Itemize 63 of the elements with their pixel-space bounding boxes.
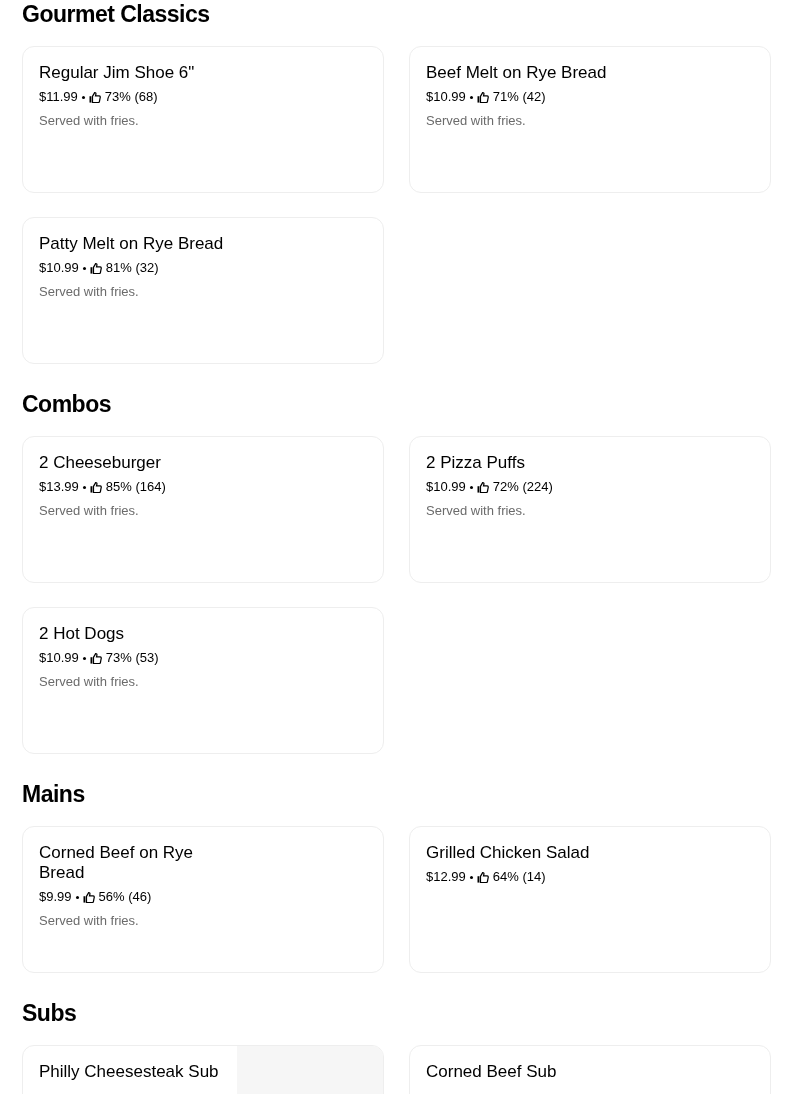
item-name: 2 Hot Dogs: [39, 624, 126, 644]
menu-item-card[interactable]: Grilled Chicken Salad $12.99 64% (14): [409, 826, 771, 973]
thumbs-up-icon: [476, 481, 489, 493]
menu-item-card[interactable]: 2 Cheeseburger $13.99 85% (164) Served with fries.: [22, 436, 384, 583]
item-name: 2 Pizza Puffs: [426, 453, 526, 473]
separator-dot: [75, 895, 79, 899]
menu-item-card[interactable]: Regular Jim Shoe 6" $11.99 73% (68) Served with fries.: [22, 46, 384, 193]
menu-item-card[interactable]: 2 Hot Dogs $10.99 73% (53) Served with fries.: [22, 607, 384, 754]
thumbs-up-icon: [89, 262, 102, 274]
section-heading: Mains: [22, 780, 86, 808]
item-price: $10.99: [39, 649, 79, 667]
menu-item-card[interactable]: Philly Cheesesteak Sub: [22, 1045, 384, 1094]
separator-dot: [82, 266, 86, 270]
item-name: Corned Beef on Rye Bread: [39, 843, 195, 883]
menu-item-card[interactable]: Corned Beef Sub: [409, 1045, 771, 1094]
thumbs-up-icon: [476, 871, 489, 883]
item-rating: 56% (46): [98, 888, 152, 906]
item-name: Philly Cheesesteak Sub: [39, 1062, 220, 1082]
thumbs-up-icon: [89, 652, 102, 664]
separator-dot: [469, 875, 473, 879]
item-rating: 73% (53): [105, 649, 159, 667]
item-price: $12.99: [426, 868, 466, 886]
item-description: Served with fries.: [39, 283, 140, 301]
separator-dot: [82, 656, 86, 660]
item-rating: 85% (164): [105, 478, 166, 496]
item-rating: 64% (14): [492, 868, 546, 886]
item-price: $9.99: [39, 888, 72, 906]
item-description: Served with fries.: [39, 912, 140, 930]
separator-dot: [469, 95, 473, 99]
item-description: Served with fries.: [39, 112, 140, 130]
item-name: Beef Melt on Rye Bread: [426, 63, 608, 83]
item-price: $10.99: [39, 259, 79, 277]
item-name: Regular Jim Shoe 6": [39, 63, 196, 83]
item-price: $11.99: [39, 88, 78, 106]
menu-item-card[interactable]: Corned Beef on Rye Bread $9.99 56% (46) Served with fries.: [22, 826, 384, 973]
section-heading: Subs: [22, 999, 78, 1027]
menu-item-card[interactable]: Beef Melt on Rye Bread $10.99 71% (42) Served with fries.: [409, 46, 771, 193]
thumbs-up-icon: [88, 91, 101, 103]
section-heading: Gourmet Classics: [22, 0, 211, 28]
separator-dot: [82, 485, 86, 489]
item-rating: 72% (224): [492, 478, 553, 496]
item-description: Served with fries.: [39, 673, 140, 691]
item-rating: 81% (32): [105, 259, 159, 277]
item-name: Grilled Chicken Salad: [426, 843, 591, 863]
thumbs-up-icon: [82, 891, 95, 903]
item-price: $10.99: [426, 88, 466, 106]
item-price: $13.99: [39, 478, 79, 496]
item-price: $10.99: [426, 478, 466, 496]
item-description: Served with fries.: [39, 502, 140, 520]
separator-dot: [469, 485, 473, 489]
thumbs-up-icon: [476, 91, 489, 103]
item-name: 2 Cheeseburger: [39, 453, 162, 473]
menu-item-card[interactable]: Patty Melt on Rye Bread $10.99 81% (32) Served with fries.: [22, 217, 384, 364]
menu-item-card[interactable]: 2 Pizza Puffs $10.99 72% (224) Served with fries.: [409, 436, 771, 583]
thumbs-up-icon: [89, 481, 102, 493]
item-rating: 73% (68): [104, 88, 158, 106]
item-rating: 71% (42): [492, 88, 546, 106]
section-heading: Combos: [22, 390, 112, 418]
separator-dot: [81, 95, 85, 99]
item-name: Corned Beef Sub: [426, 1062, 558, 1082]
item-description: Served with fries.: [426, 502, 527, 520]
item-name: Patty Melt on Rye Bread: [39, 234, 225, 254]
item-description: Served with fries.: [426, 112, 527, 130]
